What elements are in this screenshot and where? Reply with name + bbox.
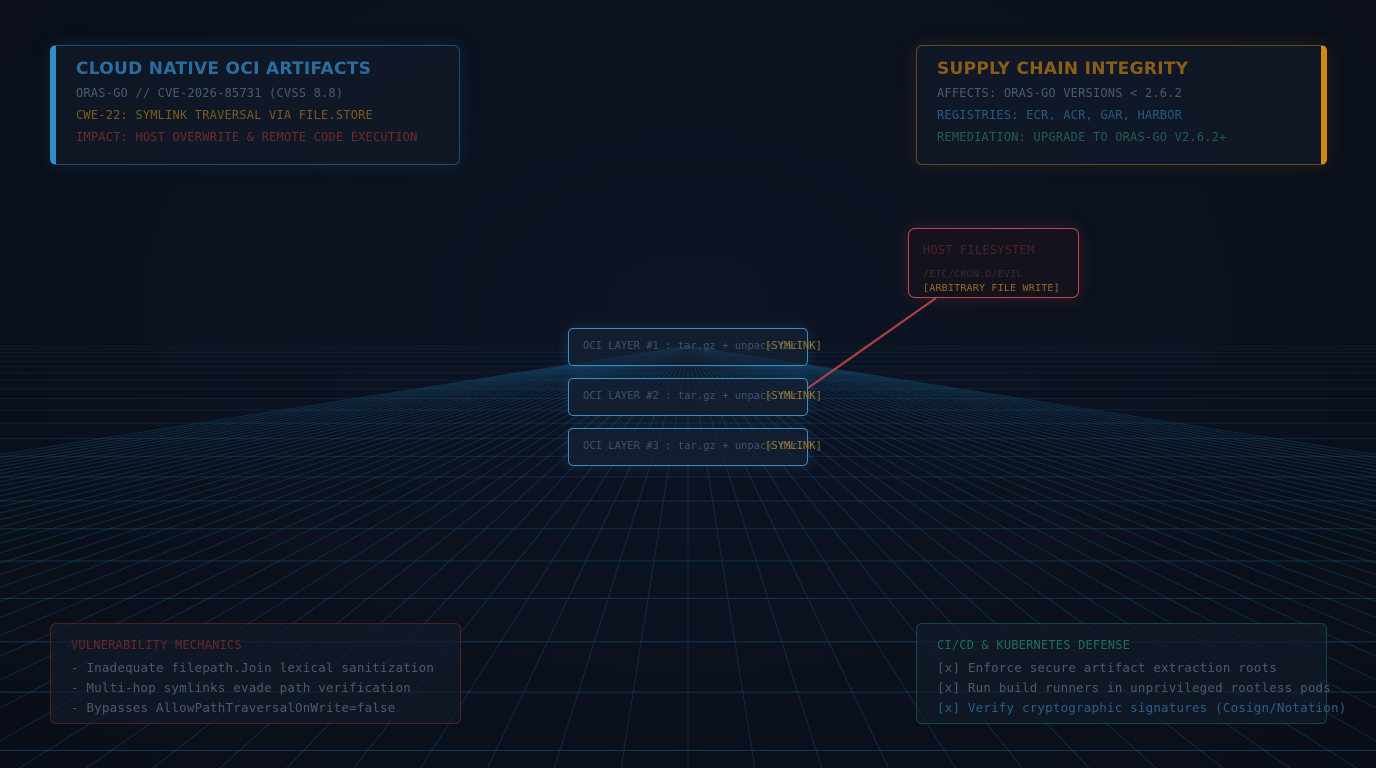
layer-tag: [SYMLINK] bbox=[765, 440, 822, 452]
defense-title: CI/CD & KUBERNETES DEFENSE bbox=[937, 638, 1131, 652]
host-title: HOST FILESYSTEM bbox=[923, 243, 1035, 257]
mechanics-title: VULNERABILITY MECHANICS bbox=[71, 638, 242, 652]
summary-title: CLOUD NATIVE OCI ARTIFACTS bbox=[76, 59, 372, 79]
host-path: /ETC/CRON.D/EVIL bbox=[923, 269, 1023, 280]
threat-diagram-canvas: CLOUD NATIVE OCI ARTIFACTS ORAS-GO // CV… bbox=[0, 0, 1376, 768]
summary-impact: IMPACT: HOST OVERWRITE & REMOTE CODE EXE… bbox=[76, 130, 418, 144]
integrity-remediation: REMEDIATION: UPGRADE TO ORAS-GO V2.6.2+ bbox=[937, 130, 1227, 144]
mechanics-item: - Inadequate filepath.Join lexical sanit… bbox=[71, 660, 435, 675]
supply-chain-panel: SUPPLY CHAIN INTEGRITY AFFECTS: ORAS-GO … bbox=[916, 45, 1327, 165]
summary-cve: ORAS-GO // CVE-2026-85731 (CVSS 8.8) bbox=[76, 86, 344, 100]
mechanics-item: - Multi-hop symlinks evade path verifica… bbox=[71, 680, 411, 695]
defense-item: [x] Enforce secure artifact extraction r… bbox=[937, 660, 1277, 675]
layer-tag: [SYMLINK] bbox=[765, 390, 822, 402]
defense-item: [x] Verify cryptographic signatures (Cos… bbox=[937, 700, 1347, 715]
integrity-registries: REGISTRIES: ECR, ACR, GAR, HARBOR bbox=[937, 108, 1183, 122]
summary-cwe: CWE-22: SYMLINK TRAVERSAL VIA FILE.STORE bbox=[76, 108, 373, 122]
host-filesystem-node: HOST FILESYSTEM /ETC/CRON.D/EVIL [ARBITR… bbox=[908, 228, 1079, 298]
host-tag: [ARBITRARY FILE WRITE] bbox=[923, 283, 1060, 294]
defense-panel: CI/CD & KUBERNETES DEFENSE [x] Enforce s… bbox=[916, 623, 1346, 724]
mechanics-item: - Bypasses AllowPathTraversalOnWrite=fal… bbox=[71, 700, 396, 715]
artifact-summary-panel: CLOUD NATIVE OCI ARTIFACTS ORAS-GO // CV… bbox=[50, 45, 460, 165]
oci-layer-1: OCI LAYER #1 : tar.gz + unpack.tar [SYML… bbox=[568, 328, 822, 366]
vulnerability-mechanics-panel: VULNERABILITY MECHANICS - Inadequate fil… bbox=[50, 623, 461, 724]
integrity-title: SUPPLY CHAIN INTEGRITY bbox=[937, 59, 1189, 79]
layer-tag: [SYMLINK] bbox=[765, 340, 822, 352]
defense-item: [x] Run build runners in unprivileged ro… bbox=[937, 680, 1332, 695]
oci-layer-2: OCI LAYER #2 : tar.gz + unpack.tar [SYML… bbox=[568, 378, 822, 416]
oci-layer-3: OCI LAYER #3 : tar.gz + unpack.tar [SYML… bbox=[568, 428, 822, 466]
integrity-affects: AFFECTS: ORAS-GO VERSIONS < 2.6.2 bbox=[937, 86, 1183, 100]
